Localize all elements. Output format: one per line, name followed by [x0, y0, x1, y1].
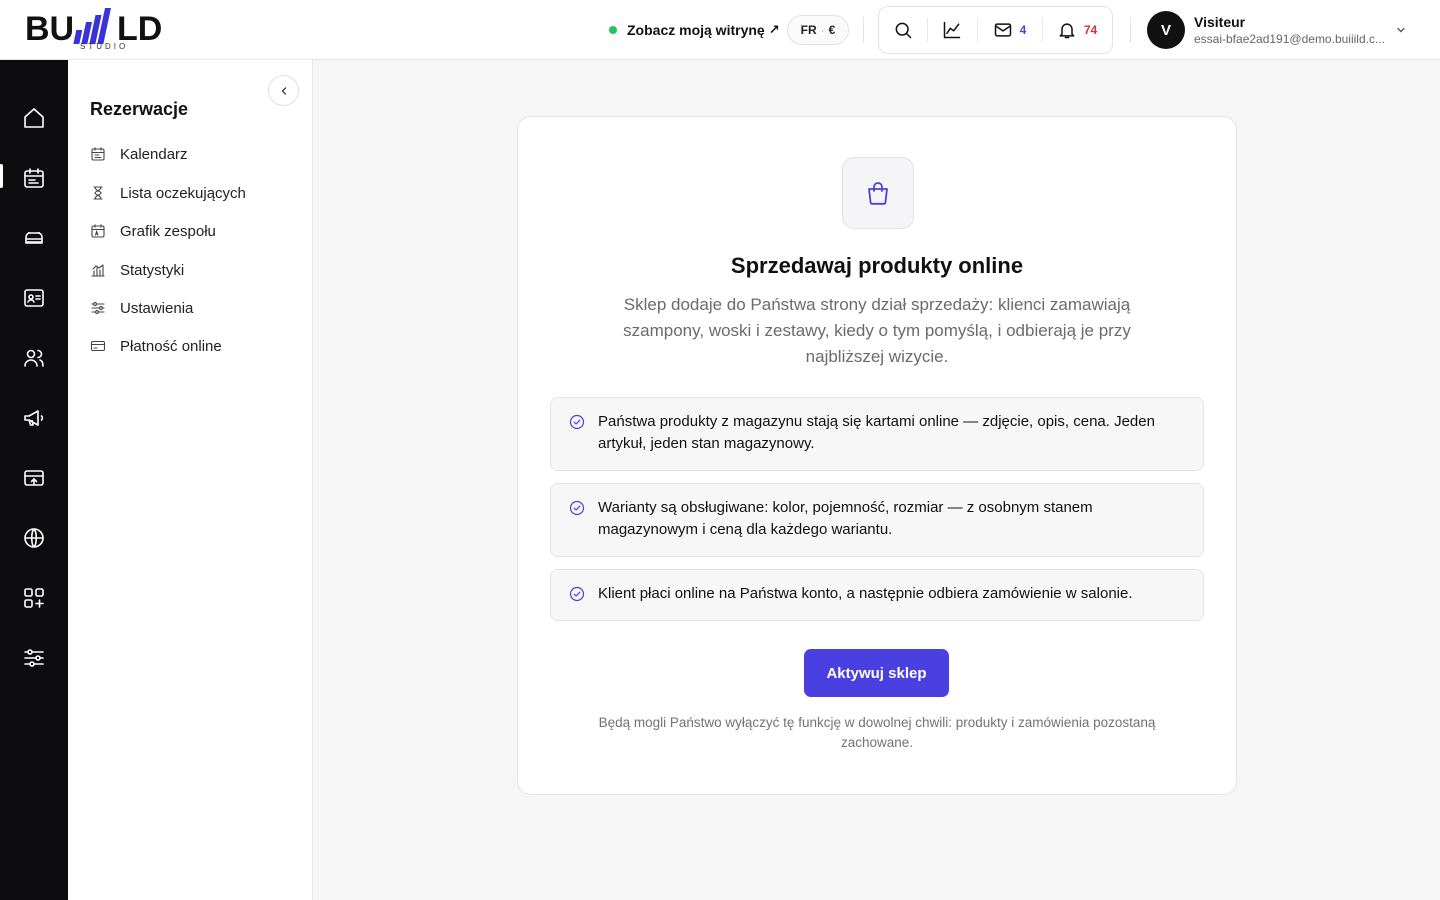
logo[interactable]: BU LD STUDIO: [25, 8, 181, 52]
bell-icon: [1059, 23, 1075, 39]
sidebar-item-label: Statystyki: [120, 261, 185, 279]
feature-item: Warianty są obsługiwane: kolor, pojemnoś…: [550, 483, 1204, 557]
svg-text:BU: BU: [25, 10, 74, 48]
rail-bookings[interactable]: [0, 156, 68, 200]
card-description: Sklep dodaje do Państwa strony dział spr…: [623, 295, 1131, 366]
sliders-icon: [91, 302, 105, 314]
notifications-button[interactable]: 74: [1042, 6, 1112, 54]
stats-icon: [91, 264, 105, 277]
language-currency-switcher[interactable]: FR · €: [787, 15, 849, 45]
divider: [863, 17, 864, 43]
user-name: Visiteur: [1194, 13, 1246, 30]
users-icon: [24, 349, 44, 367]
sidebar-item-stats[interactable]: Statystyki: [90, 258, 184, 282]
top-header: BU LD STUDIO Zobacz moją witrynę ↗ FR · …: [0, 0, 1440, 60]
rail-settings[interactable]: [0, 636, 68, 680]
sidebar-item-waitlist[interactable]: Lista oczekujących: [90, 181, 246, 205]
rail-clients[interactable]: [0, 276, 68, 320]
check-circle-icon: [569, 586, 585, 602]
shop-icon-box: [842, 157, 914, 229]
activate-shop-button[interactable]: Aktywuj sklep: [804, 649, 949, 697]
sidebar-item-settings[interactable]: Ustawienia: [90, 296, 193, 320]
settings-sliders-icon: [24, 649, 44, 667]
calendar-icon: [24, 168, 44, 188]
user-menu[interactable]: V Visiteur essai-bfae2ad191@demo.buiiild…: [1147, 11, 1417, 49]
currency-symbol: €: [828, 23, 836, 37]
chevron-down-icon: [1397, 27, 1405, 33]
external-arrow-icon: ↗: [768, 22, 780, 37]
rail-home[interactable]: [0, 96, 68, 140]
user-info: Visiteur essai-bfae2ad191@demo.buiiild.c…: [1194, 14, 1389, 47]
sidebar-item-label: Grafik zespołu: [120, 222, 216, 240]
main-rail: [0, 60, 68, 900]
calendar-icon: [91, 147, 105, 161]
rail-team[interactable]: [0, 336, 68, 380]
sidebar-item-team-schedule[interactable]: Grafik zespołu: [90, 219, 216, 243]
credit-card-icon: [90, 340, 106, 352]
footnote: Będą mogli Państwo wyłączyć tę funkcję w…: [598, 715, 1156, 750]
schedule-icon: [91, 224, 105, 238]
divider: [1130, 17, 1131, 43]
sidebar-item-label: Płatność online: [120, 337, 222, 355]
header-tools: 4 74: [878, 6, 1113, 54]
feature-text: Państwa produkty z magazynu stają się ka…: [598, 413, 1155, 452]
bookings-sidebar: Rezerwacje Kalendarz Lista oczekujących …: [68, 60, 313, 900]
sidebar-title: Rezerwacje: [90, 99, 189, 119]
globe-icon: [24, 528, 44, 548]
check-circle-icon: [569, 500, 585, 516]
lang-separator: ·: [820, 23, 825, 37]
card-title: Sprzedawaj produkty online: [730, 253, 1024, 278]
language-code: FR: [800, 23, 817, 37]
view-site-link[interactable]: Zobacz moją witrynę ↗: [609, 20, 780, 40]
rail-apps[interactable]: [0, 576, 68, 620]
apps-icon: [24, 588, 44, 608]
rail-services[interactable]: [0, 216, 68, 260]
mail-icon: [994, 23, 1011, 37]
chart-line-icon: [943, 21, 961, 39]
user-email: essai-bfae2ad191@demo.buiiild.c...: [1194, 31, 1385, 46]
rail-website[interactable]: [0, 516, 68, 560]
search-icon: [895, 22, 912, 39]
check-circle-icon: [569, 414, 585, 430]
notifications-count: 74: [1083, 23, 1098, 37]
online-status-dot: [609, 26, 617, 34]
logo-sub: STUDIO: [80, 42, 129, 51]
chevron-left-icon: [281, 86, 286, 95]
avatar: V: [1147, 11, 1185, 49]
sidebar-item-label: Lista oczekujących: [120, 184, 246, 202]
feature-text: Klient płaci online na Państwa konto, a …: [598, 585, 1133, 602]
sidebar-item-online-payment[interactable]: Płatność online: [90, 334, 222, 358]
messages-button[interactable]: 4: [977, 6, 1042, 54]
rail-payments[interactable]: [0, 456, 68, 500]
feature-item: Państwa produkty z magazynu stają się ka…: [550, 397, 1204, 471]
view-site-label: Zobacz moją witrynę: [627, 22, 765, 38]
messages-count: 4: [1019, 23, 1027, 37]
payment-terminal-icon: [24, 470, 44, 486]
sidebar-item-label: Kalendarz: [120, 145, 188, 163]
collapse-sidebar-button[interactable]: [268, 75, 299, 106]
shopping-bag-icon: [868, 182, 888, 205]
feature-item: Klient płaci online na Państwa konto, a …: [550, 569, 1204, 621]
search-button[interactable]: [879, 6, 927, 54]
hourglass-icon: [93, 186, 103, 200]
contact-card-icon: [24, 289, 44, 307]
home-icon: [24, 108, 44, 128]
feature-text: Warianty są obsługiwane: kolor, pojemnoś…: [598, 499, 1093, 538]
service-icon: [25, 232, 43, 244]
analytics-button[interactable]: [927, 6, 977, 54]
sidebar-item-label: Ustawienia: [120, 299, 194, 317]
rail-marketing[interactable]: [0, 396, 68, 440]
megaphone-icon: [24, 410, 44, 426]
sidebar-item-calendar[interactable]: Kalendarz: [90, 142, 188, 166]
shop-promo-card: Sprzedawaj produkty online Sklep dodaje …: [517, 116, 1237, 795]
